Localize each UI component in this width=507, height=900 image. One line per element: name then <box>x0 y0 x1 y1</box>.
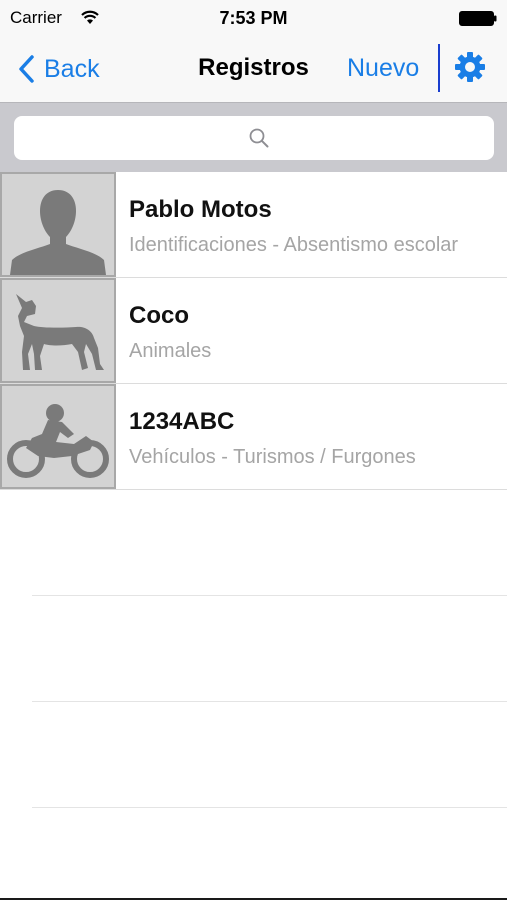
back-label: Back <box>44 54 100 83</box>
list-item[interactable]: 1234ABC Vehículos - Turismos / Furgones <box>0 384 507 490</box>
list-item[interactable]: Coco Animales <box>0 278 507 384</box>
navigation-bar: Back Registros Nuevo <box>0 38 507 102</box>
thumbnail <box>0 384 116 489</box>
person-silhouette-icon <box>10 190 106 275</box>
battery-icon <box>459 11 497 26</box>
records-list: Pablo Motos Identificaciones - Absentism… <box>0 172 507 490</box>
motorcycle-icon <box>7 404 109 478</box>
back-button[interactable]: Back <box>18 52 100 86</box>
search-bar <box>0 102 507 172</box>
item-title: 1234ABC <box>129 408 235 435</box>
status-bar: Carrier 7:53 PM <box>0 0 507 38</box>
gear-icon[interactable] <box>452 49 488 85</box>
chevron-left-icon <box>19 55 34 83</box>
empty-row-separator <box>32 595 507 596</box>
item-subtitle: Identificaciones - Absentismo escolar <box>129 234 459 256</box>
item-title: Pablo Motos <box>129 196 272 223</box>
nav-divider <box>438 44 440 92</box>
list-item[interactable]: Pablo Motos Identificaciones - Absentism… <box>0 172 507 278</box>
status-time: 7:53 PM <box>219 8 288 28</box>
empty-row-separator <box>32 701 507 702</box>
thumbnail <box>0 278 116 383</box>
empty-row-separator <box>32 807 507 808</box>
new-button[interactable]: Nuevo <box>347 54 419 83</box>
search-field <box>14 116 494 160</box>
search-input[interactable] <box>14 116 494 160</box>
item-subtitle: Animales <box>129 340 212 362</box>
dog-silhouette-icon <box>16 294 104 370</box>
item-subtitle: Vehículos - Turismos / Furgones <box>129 446 416 468</box>
page-title-text: Registros <box>198 54 309 81</box>
thumbnail <box>0 172 116 277</box>
item-title: Coco <box>129 302 189 329</box>
